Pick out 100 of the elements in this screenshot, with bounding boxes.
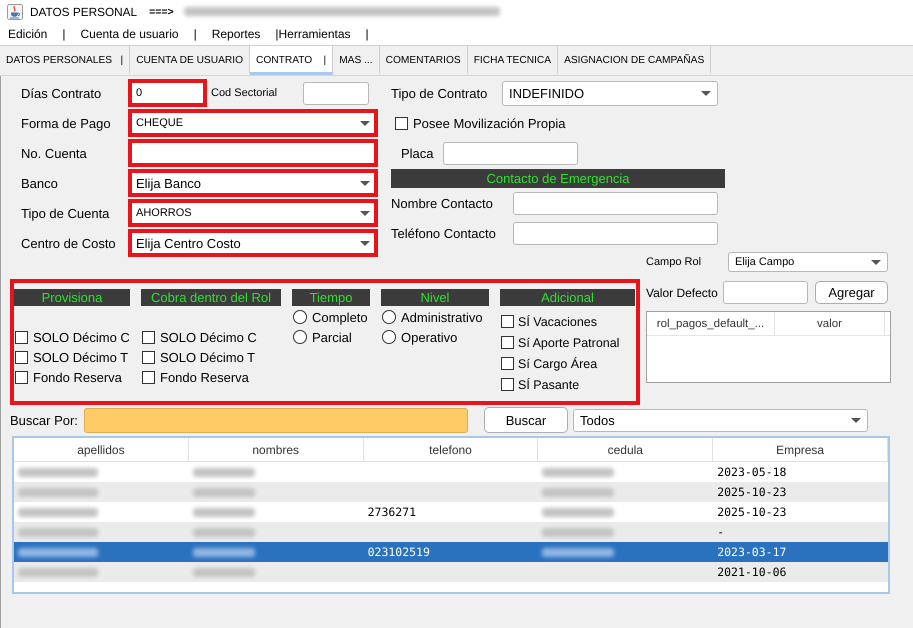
checkbox[interactable] xyxy=(142,350,155,364)
blurred-text xyxy=(192,508,255,516)
blurred-text xyxy=(192,468,255,476)
table-cell: 2736271 xyxy=(368,505,416,519)
menu-item[interactable]: Edición xyxy=(8,27,48,41)
radio-label: Parcial xyxy=(312,330,352,344)
radio-button[interactable] xyxy=(382,330,396,344)
checkbox[interactable] xyxy=(501,357,514,370)
field-label: Centro de Costo xyxy=(21,236,117,250)
title-arrow: ===> xyxy=(149,6,174,18)
dropdown[interactable]: INDEFINIDO xyxy=(502,80,718,106)
table-cell: 2025-10-23 xyxy=(717,505,786,519)
checkbox-label: SOLO Décimo T xyxy=(33,350,128,364)
column-header[interactable]: telefono xyxy=(364,438,538,461)
column-header[interactable]: cedula xyxy=(538,438,714,461)
checkbox[interactable] xyxy=(501,378,514,391)
checkbox-label: SÍ Vacaciones xyxy=(518,314,597,328)
checkbox-label: SOLO Décimo T xyxy=(160,350,256,364)
checkbox[interactable] xyxy=(142,370,155,384)
field-label: Cod Sectorial xyxy=(211,87,278,99)
dropdown[interactable]: Elija Centro Costo xyxy=(128,229,378,257)
field-label: Tipo de Cuenta xyxy=(21,206,110,220)
blurred-text xyxy=(192,488,255,496)
menu-item[interactable]: |Herramientas xyxy=(275,27,351,41)
field-label: Teléfono Contacto xyxy=(391,226,497,240)
checkbox-label: SOLO Décimo C xyxy=(160,330,257,344)
table-row[interactable]: 023102519 2023-03-17 xyxy=(14,542,888,562)
checkbox[interactable] xyxy=(15,330,28,344)
field-label: Banco xyxy=(21,176,59,190)
tab[interactable]: MAS ... xyxy=(333,46,380,75)
checkbox[interactable] xyxy=(15,350,28,364)
dropdown[interactable]: CHEQUE xyxy=(128,109,378,137)
column-header[interactable]: nombres xyxy=(188,438,364,461)
input-field[interactable] xyxy=(723,281,808,304)
checkbox[interactable] xyxy=(395,116,408,130)
tab[interactable]: ASIGNACION DE CAMPAÑAS xyxy=(558,46,712,75)
radio-label: Operativo xyxy=(401,330,458,344)
checkbox[interactable] xyxy=(501,315,514,328)
window-title: DATOS PERSONAL xyxy=(30,4,138,18)
column-header[interactable]: apellidos xyxy=(14,438,189,461)
checkbox-label: Sí Aporte Patronal xyxy=(518,336,620,350)
coffee-cup-icon xyxy=(7,4,23,20)
checkbox-label: Posee Movilización Propia xyxy=(413,116,566,130)
table-row[interactable]: 2021-10-06 xyxy=(14,562,888,582)
column-header[interactable]: valor xyxy=(775,312,885,335)
section-header: Tiempo xyxy=(292,289,370,306)
field-label: Campo Rol xyxy=(646,256,702,268)
table-cell: - xyxy=(717,525,724,539)
input-field[interactable] xyxy=(513,222,718,244)
add-button[interactable]: Agregar xyxy=(815,281,888,304)
table-cell: 023102519 xyxy=(368,545,430,559)
section-header: Provisiona xyxy=(14,289,130,306)
checkbox[interactable] xyxy=(142,330,155,344)
input-field[interactable]: 0 xyxy=(128,79,207,107)
checkbox-label: SOLO Décimo C xyxy=(33,330,130,344)
table-cell: 2021-10-06 xyxy=(717,565,786,579)
checkbox-label: SÍ Pasante xyxy=(518,378,580,392)
checkbox-label: Sí Cargo Área xyxy=(518,356,598,370)
table-row[interactable]: - xyxy=(14,522,888,542)
search-button[interactable]: Buscar xyxy=(484,407,568,433)
radio-button[interactable] xyxy=(293,310,307,324)
blurred-text xyxy=(192,528,255,536)
column-header[interactable]: rol_pagos_default_... xyxy=(647,312,775,335)
input-field[interactable] xyxy=(443,142,578,164)
menu-item[interactable]: Reportes xyxy=(212,27,260,41)
menu-item[interactable]: Cuenta de usuario xyxy=(80,27,179,41)
section-header: Cobra dentro del Rol xyxy=(141,289,281,306)
blurred-text xyxy=(192,548,255,556)
field-label: Buscar Por: xyxy=(10,412,79,428)
field-label: Valor Defecto xyxy=(646,286,719,300)
caret-down-icon xyxy=(360,240,370,246)
field-label: Placa xyxy=(401,146,435,160)
dropdown[interactable]: Todos xyxy=(573,408,868,432)
checkbox[interactable] xyxy=(15,370,28,384)
menu-separator: | xyxy=(62,27,66,41)
input-field[interactable] xyxy=(303,82,369,104)
tab[interactable]: FICHA TECNICA xyxy=(468,46,558,75)
section-header: Nivel xyxy=(381,289,489,306)
dropdown[interactable]: AHORROS xyxy=(128,199,378,227)
table-cell: 2025-10-23 xyxy=(717,485,786,499)
dropdown[interactable]: Elija Campo xyxy=(728,252,888,272)
radio-button[interactable] xyxy=(382,310,396,324)
section-header: Adicional xyxy=(500,289,635,306)
dropdown[interactable]: Elija Banco xyxy=(128,169,378,197)
checkbox[interactable] xyxy=(501,336,514,349)
tab[interactable]: DATOS PERSONALES | xyxy=(0,46,130,75)
input-field[interactable] xyxy=(128,139,378,167)
column-header[interactable]: Empresa xyxy=(713,438,888,461)
field-label: No. Cuenta xyxy=(21,146,88,160)
checkbox-label: Fondo Reserva xyxy=(33,370,122,384)
table-row[interactable]: 2025-10-23 xyxy=(14,482,888,502)
checkbox-label: Fondo Reserva xyxy=(160,370,249,384)
radio-label: Completo xyxy=(312,310,368,324)
tab[interactable]: COMENTARIOS xyxy=(380,46,468,75)
radio-button[interactable] xyxy=(293,330,307,344)
caret-down-icon xyxy=(851,418,861,422)
tab[interactable]: CONTRATO | xyxy=(250,46,334,75)
search-field[interactable] xyxy=(84,408,468,432)
input-field[interactable] xyxy=(513,192,718,214)
caret-down-icon xyxy=(360,120,370,126)
